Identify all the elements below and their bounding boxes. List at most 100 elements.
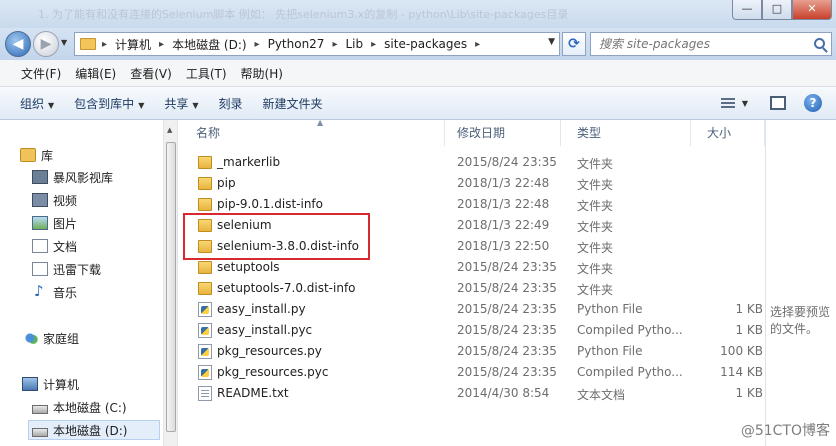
file-date: 2015/8/24 23:35 <box>457 365 557 379</box>
nav-library[interactable]: 库 <box>20 145 53 165</box>
nav-item-documents[interactable]: 文档 <box>32 236 77 256</box>
file-date: 2015/8/24 23:35 <box>457 260 557 274</box>
chevron-down-icon[interactable]: ▼ <box>548 37 555 47</box>
folder-icon <box>198 282 212 295</box>
nav-item-baofeng[interactable]: 暴风影视库 <box>32 167 113 187</box>
breadcrumb-separator[interactable]: ▸ <box>249 39 266 50</box>
help-icon[interactable]: ? <box>804 94 822 112</box>
nav-label: 本地磁盘 (C:) <box>53 400 127 415</box>
menu-file[interactable]: 文件(F) <box>14 65 68 82</box>
file-row[interactable]: pip 2018/1/3 22:48 文件夹 <box>180 173 765 194</box>
file-row[interactable]: setuptools-7.0.dist-info 2015/8/24 23:35 文… <box>180 278 765 299</box>
file-name: README.txt <box>217 386 289 400</box>
breadcrumb-computer[interactable]: 计算机 <box>113 36 153 53</box>
burn-button[interactable]: 刻录 <box>209 95 253 112</box>
file-name: _markerlib <box>217 155 281 169</box>
file-size: 1 KB <box>735 302 763 316</box>
history-dropdown-icon[interactable]: ▼ <box>61 38 67 47</box>
breadcrumb-separator[interactable]: ▸ <box>326 39 343 50</box>
address-row: ◀ ▶ ▼ ▸ 计算机 ▸ 本地磁盘 (D:) ▸ Python27 ▸ Lib… <box>0 28 836 60</box>
address-bar[interactable]: ▸ 计算机 ▸ 本地磁盘 (D:) ▸ Python27 ▸ Lib ▸ sit… <box>74 32 560 56</box>
file-row[interactable]: pip-9.0.1.dist-info 2018/1/3 22:48 文件夹 <box>180 194 765 215</box>
breadcrumb-separator[interactable]: ▸ <box>469 39 486 50</box>
search-input[interactable] <box>591 33 801 55</box>
breadcrumb-separator[interactable]: ▸ <box>96 39 113 50</box>
breadcrumb-lib[interactable]: Lib <box>343 37 365 51</box>
nav-drive-c[interactable]: 本地磁盘 (C:) <box>32 397 127 417</box>
file-date: 2018/1/3 22:48 <box>457 197 550 211</box>
file-date: 2018/1/3 22:48 <box>457 176 550 190</box>
nav-item-videos[interactable]: 视频 <box>32 190 77 210</box>
file-type: Compiled Pytho... <box>577 323 683 337</box>
column-header-size[interactable]: 大小 <box>691 120 765 146</box>
minimize-button[interactable]: — <box>732 0 762 20</box>
file-row[interactable]: easy_install.py 2015/8/24 23:35 Python Fil… <box>180 299 765 320</box>
back-button[interactable]: ◀ <box>5 31 31 57</box>
column-label: 类型 <box>577 126 602 140</box>
breadcrumb-python27[interactable]: Python27 <box>266 37 327 51</box>
scroll-up-icon[interactable]: ▲ <box>167 126 172 134</box>
file-type: 文件夹 <box>577 178 614 192</box>
file-type: Compiled Pytho... <box>577 365 683 379</box>
share-button[interactable]: 共享 ▼ <box>154 95 208 112</box>
file-size: 1 KB <box>735 386 763 400</box>
window-title: 1. 为了能有和没有连接的Selenium脚本 例如： 先把selenium3.… <box>38 8 569 21</box>
column-header-name[interactable]: 名称 <box>180 120 445 146</box>
file-row[interactable]: pkg_resources.pyc 2015/8/24 23:35 Compiled… <box>180 362 765 383</box>
refresh-button[interactable]: ⟳ <box>562 32 586 56</box>
nav-homegroup[interactable]: 家庭组 <box>22 328 79 348</box>
file-name: easy_install.py <box>217 302 306 316</box>
column-header-type[interactable]: 类型 <box>561 120 691 146</box>
breadcrumb-site-packages[interactable]: site-packages <box>382 37 469 51</box>
folder-icon <box>80 38 96 50</box>
file-type: 文件夹 <box>577 262 614 276</box>
breadcrumb-separator[interactable]: ▸ <box>365 39 382 50</box>
nav-label: 库 <box>41 148 54 163</box>
nav-drive-d[interactable]: 本地磁盘 (D:) <box>28 420 160 440</box>
file-type: 文件夹 <box>577 283 614 297</box>
search-box[interactable] <box>590 32 832 56</box>
view-options-icon[interactable] <box>720 96 736 110</box>
chevron-down-icon: ▼ <box>138 100 145 110</box>
breadcrumb-separator[interactable]: ▸ <box>153 39 170 50</box>
nav-scrollbar[interactable]: ▲ <box>163 120 177 446</box>
nav-item-xunlei[interactable]: 迅雷下载 <box>32 259 101 279</box>
file-date: 2018/1/3 22:49 <box>457 218 550 232</box>
close-button[interactable]: ✕ <box>792 0 832 20</box>
menu-view[interactable]: 查看(V) <box>123 65 179 82</box>
scrollbar-thumb[interactable] <box>166 142 176 432</box>
python-file-icon <box>198 344 212 359</box>
file-date: 2015/8/24 23:35 <box>457 281 557 295</box>
file-row[interactable]: README.txt 2014/4/30 8:54 文本文档 1 KB <box>180 383 765 404</box>
file-list: 名称 ▲ 修改日期 类型 大小 _markerlib 2015/8/24 23:3… <box>180 118 765 446</box>
breadcrumb-drive-d[interactable]: 本地磁盘 (D:) <box>170 36 248 53</box>
search-icon[interactable] <box>814 38 825 49</box>
menu-help[interactable]: 帮助(H) <box>234 65 290 82</box>
window-controls: — □ ✕ <box>732 0 832 20</box>
folder-icon <box>198 156 212 169</box>
forward-button[interactable]: ▶ <box>33 31 59 57</box>
chevron-down-icon: ▼ <box>192 100 199 110</box>
include-in-library-label: 包含到库中 <box>74 96 135 111</box>
chevron-down-icon[interactable]: ▼ <box>742 99 748 108</box>
file-type: 文本文档 <box>577 388 626 402</box>
new-folder-button[interactable]: 新建文件夹 <box>253 95 333 112</box>
menu-edit[interactable]: 编辑(E) <box>68 65 123 82</box>
file-type: 文件夹 <box>577 220 614 234</box>
nav-label: 家庭组 <box>43 331 80 346</box>
file-type: Python File <box>577 344 643 358</box>
nav-computer[interactable]: 计算机 <box>22 374 79 394</box>
maximize-button[interactable]: □ <box>762 0 792 20</box>
file-row[interactable]: easy_install.pyc 2015/8/24 23:35 Compiled … <box>180 320 765 341</box>
file-row[interactable]: setuptools 2015/8/24 23:35 文件夹 <box>180 257 765 278</box>
menu-tools[interactable]: 工具(T) <box>179 65 234 82</box>
organize-button[interactable]: 组织 ▼ <box>10 95 64 112</box>
preview-pane-icon[interactable] <box>770 96 786 110</box>
file-row[interactable]: _markerlib 2015/8/24 23:35 文件夹 <box>180 152 765 173</box>
file-row[interactable]: pkg_resources.py 2015/8/24 23:35 Python Fi… <box>180 341 765 362</box>
include-in-library-button[interactable]: 包含到库中 ▼ <box>64 95 154 112</box>
nav-item-pictures[interactable]: 图片 <box>32 213 77 233</box>
nav-item-music[interactable]: 音乐 <box>32 282 77 302</box>
nav-label: 图片 <box>53 216 78 231</box>
column-header-date[interactable]: 修改日期 <box>441 120 561 146</box>
